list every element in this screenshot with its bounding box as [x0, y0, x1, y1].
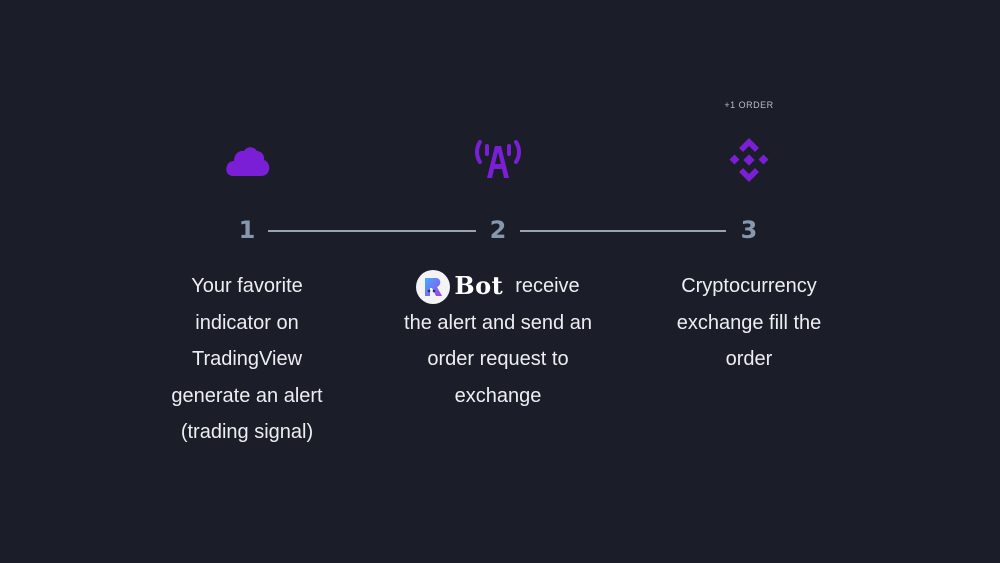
- cloud-icon: [226, 147, 270, 176]
- step-description: Cryptocurrency exchange fill the order: [676, 275, 822, 370]
- step-description: Bot receive the alert and send an order …: [368, 268, 628, 414]
- step-number: 2: [489, 216, 507, 244]
- bot-logo: Bot: [416, 268, 503, 305]
- binance-icon: [729, 138, 769, 182]
- antenna-icon: [475, 140, 521, 178]
- step-number: 1: [238, 216, 256, 244]
- order-count-tag: +1 ORDER: [724, 100, 774, 110]
- step-number: 3: [740, 216, 758, 244]
- step-description: Your favorite indicator on TradingView g…: [171, 275, 323, 443]
- bot-brand-name: Bot: [454, 271, 504, 301]
- bot-logo-icon: [416, 269, 451, 304]
